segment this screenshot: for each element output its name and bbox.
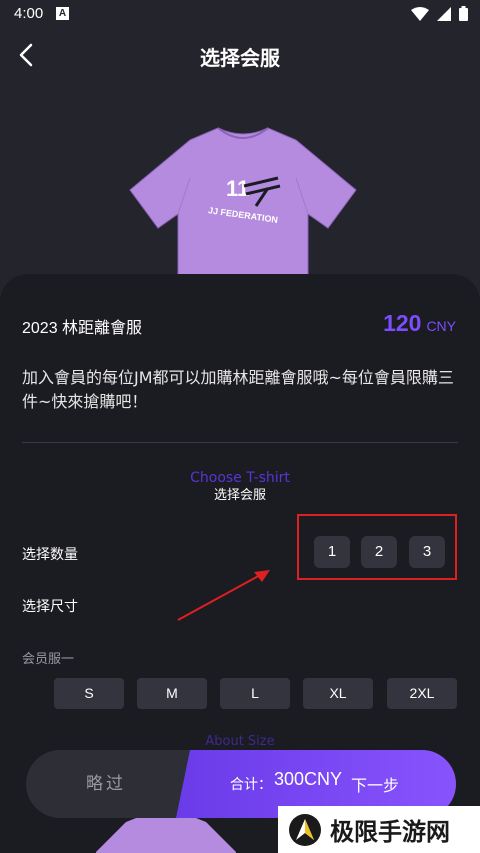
price-currency: CNY [426, 318, 456, 334]
divider [22, 442, 458, 443]
product-price: 120 CNY [383, 310, 456, 337]
size-option-s[interactable]: S [54, 678, 124, 709]
total-label: 合计： [230, 777, 272, 793]
section-title-cn: 选择会服 [213, 488, 266, 503]
price-value: 120 [383, 310, 422, 336]
page-title: 选择会服 [200, 46, 280, 70]
status-icons [411, 6, 468, 21]
product-name: 2023 林距離會服 [22, 320, 143, 337]
watermark: 极限手游网 [278, 806, 480, 853]
app-notification-icon: A [56, 7, 69, 20]
quantity-option-1[interactable]: 1 [314, 536, 350, 568]
product-description: 加入會員的每位JM都可以加購林距離會服哦~每位會員限購三件~快來搶購吧！ [22, 368, 454, 411]
quantity-option-3[interactable]: 3 [409, 536, 445, 568]
size-option-2xl[interactable]: 2XL [387, 678, 457, 709]
next-step-label: 下一步 [351, 776, 400, 795]
about-size-link[interactable]: About Size [0, 734, 480, 749]
product-sheet: 2023 林距離會服 120 CNY 加入會員的每位JM都可以加購林距離會服哦~… [0, 274, 480, 853]
watermark-logo-icon [289, 813, 321, 846]
member-shirt-label: 会员服一 [22, 652, 75, 667]
status-bar: 4:00 A [0, 0, 480, 28]
watermark-text: 极限手游网 [330, 818, 450, 846]
quantity-label: 选择数量 [22, 547, 78, 563]
quantity-option-2[interactable]: 2 [361, 536, 397, 568]
tshirt-print-number: 11 [226, 176, 249, 201]
skip-button[interactable]: 略过 [26, 750, 186, 818]
size-option-xl[interactable]: XL [303, 678, 373, 709]
tshirt-image: 11 JJ FEDERATION [129, 127, 357, 278]
status-time: 4:00 [14, 5, 44, 22]
top-bar: 选择会服 [0, 28, 480, 84]
tshirt-thumbnail [96, 814, 236, 853]
wifi-icon [411, 6, 429, 21]
size-label: 选择尺寸 [22, 599, 78, 615]
signal-icon [437, 6, 451, 21]
total-amount: 300CNY [274, 769, 343, 789]
red-arrow-annotation [177, 570, 270, 621]
size-option-m[interactable]: M [137, 678, 207, 709]
size-option-l[interactable]: L [220, 678, 290, 709]
battery-icon [459, 6, 468, 21]
